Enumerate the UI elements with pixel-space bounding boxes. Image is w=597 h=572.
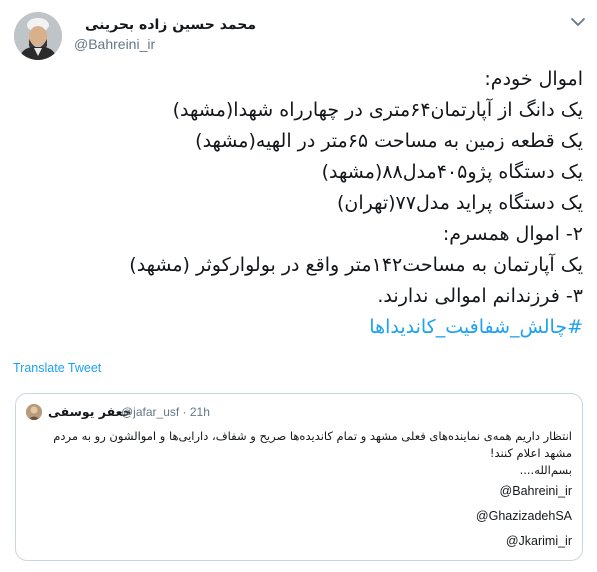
translate-tweet-link[interactable]: Translate Tweet [13,361,101,375]
quoted-tweet[interactable]: جعفر یوسفی @jafar_usf · 21h انتظار داریم… [15,393,583,561]
tweet-line: یک دستگاه پژو۴۰۵مدل۸۸(مشهد) [321,161,583,183]
quoted-author-name: جعفر یوسفی [48,404,132,419]
tweet-line: یک دانگ از آپارتمان۶۴متری در چهارراه شهد… [172,99,583,121]
quoted-header: جعفر یوسفی @jafar_usf · 21h [26,402,236,422]
tweet-line: یک دستگاه پراید مدل۷۷(تهران) [336,192,583,214]
tweet-text: اموال خودم: یک دانگ از آپارتمان۶۴متری در… [23,64,583,343]
quoted-mention[interactable]: @GhazizadehSA [27,504,572,529]
quoted-author-meta: @jafar_usf · 21h [121,405,210,419]
tweet-line: یک قطعه زمین به مساحت ۶۵متر در الهیه(مشه… [195,130,583,152]
avatar-image [26,404,42,420]
author-avatar[interactable] [14,12,62,60]
author-handle[interactable]: @Bahreini_ir [74,36,155,52]
tweet-line: یک آپارتمان به مساحت۱۴۲متر واقع در بولوا… [129,254,583,276]
avatar-image [14,12,62,60]
tweet: محمد حسین زاده بحرینی @Bahreini_ir اموال… [0,0,597,572]
quoted-text: انتظار داریم همه‌ی نماینده‌های فعلی مشهد… [27,428,572,554]
quoted-line: مشهد اعلام کنند! [489,446,572,460]
tweet-line: ۲- اموال همسرم: [442,223,583,245]
quoted-mention[interactable]: @Jkarimi_ir [27,529,572,554]
tweet-line: اموال خودم: [484,68,583,90]
tweet-line: ۳- فرزندانم اموالی ندارند. [377,285,583,307]
quoted-line: بسم‌الله.... [519,463,572,477]
quoted-mention[interactable]: @Bahreini_ir [27,479,572,504]
hashtag-link[interactable]: #چالش_شفافیت_کاندیداها [23,312,583,343]
quoted-avatar [26,404,42,420]
quoted-line: انتظار داریم همه‌ی نماینده‌های فعلی مشهد… [53,429,572,443]
chevron-down-icon[interactable] [570,16,586,28]
author-name[interactable]: محمد حسین زاده بحرینی [66,17,256,33]
